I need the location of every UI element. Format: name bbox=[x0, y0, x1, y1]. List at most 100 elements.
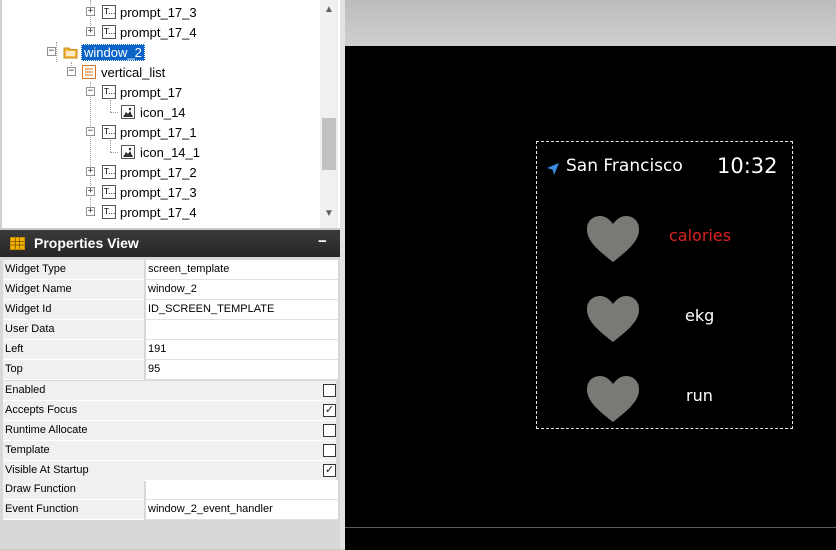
text-widget-icon: T... bbox=[102, 85, 116, 99]
scroll-down-arrow-icon[interactable]: ▼ bbox=[320, 206, 338, 222]
property-row: Visible At Startup ✓ bbox=[3, 461, 338, 481]
list-icon bbox=[82, 65, 96, 79]
heart-icon bbox=[587, 376, 639, 422]
text-widget-icon: T... bbox=[102, 165, 116, 179]
scroll-thumb[interactable] bbox=[322, 118, 336, 170]
property-row: Widget Type screen_template bbox=[3, 260, 338, 280]
tree-item-window-2[interactable]: window_2 bbox=[63, 42, 145, 62]
property-name: User Data bbox=[3, 320, 144, 340]
screen-preview: San Francisco 10:32 calories ekg run bbox=[345, 46, 836, 527]
expand-toggle[interactable]: + bbox=[86, 27, 95, 36]
tree-item-label: icon_14_1 bbox=[140, 144, 200, 160]
collapse-toggle[interactable]: − bbox=[67, 67, 76, 76]
tree-item-prompt-17-4[interactable]: T... prompt_17_4 bbox=[102, 202, 197, 222]
properties-header: Properties View − bbox=[0, 230, 340, 257]
tree-guide bbox=[110, 152, 118, 153]
property-name: Event Function bbox=[3, 500, 144, 520]
image-widget-icon bbox=[121, 105, 135, 119]
tree-item-prompt-17-3[interactable]: T... prompt_17_3 bbox=[102, 2, 197, 22]
tree-item-label: prompt_17_1 bbox=[120, 124, 197, 140]
tree-item-prompt-17-1[interactable]: T... prompt_17_1 bbox=[102, 122, 197, 142]
property-name: Widget Id bbox=[3, 300, 144, 320]
tree-item-prompt-17-2[interactable]: T... prompt_17_2 bbox=[102, 162, 197, 182]
preview-toolbar-area bbox=[345, 0, 836, 46]
enabled-checkbox[interactable] bbox=[323, 384, 336, 397]
heart-icon bbox=[587, 216, 639, 262]
property-value-field[interactable] bbox=[146, 320, 338, 340]
property-row: Template bbox=[3, 441, 338, 461]
property-name: Top bbox=[3, 360, 144, 380]
tree-item-icon-14[interactable]: icon_14 bbox=[121, 102, 186, 122]
property-name: Left bbox=[3, 340, 144, 360]
window-2-frame[interactable]: San Francisco 10:32 calories ekg run bbox=[536, 141, 793, 429]
clock-label: 10:32 bbox=[717, 154, 778, 178]
property-value-field[interactable]: 191 bbox=[146, 340, 338, 360]
expand-toggle[interactable]: + bbox=[86, 187, 95, 196]
visible-at-startup-checkbox[interactable]: ✓ bbox=[323, 464, 336, 477]
property-value-field[interactable]: ID_SCREEN_TEMPLATE bbox=[146, 300, 338, 320]
tree-edge bbox=[0, 0, 2, 228]
tree-item-label: prompt_17_3 bbox=[120, 4, 197, 20]
property-value-field[interactable]: 95 bbox=[146, 360, 338, 380]
tree-item-prompt-17-3[interactable]: T... prompt_17_3 bbox=[102, 182, 197, 202]
tree-item-label: prompt_17_3 bbox=[120, 184, 197, 200]
tree-item-icon-14-1[interactable]: icon_14_1 bbox=[121, 142, 200, 162]
property-name: Visible At Startup bbox=[3, 461, 336, 481]
property-value-field[interactable]: window_2 bbox=[146, 280, 338, 300]
property-row: Top 95 bbox=[3, 360, 338, 380]
property-name: Draw Function bbox=[3, 480, 144, 500]
list-item-label-run: run bbox=[686, 386, 713, 405]
tree-item-label: vertical_list bbox=[101, 64, 166, 80]
tree-item-prompt-17[interactable]: T... prompt_17 bbox=[102, 82, 182, 102]
location-arrow-icon bbox=[547, 163, 559, 175]
widget-tree: + T... prompt_17_3 + T... prompt_17_4 − … bbox=[0, 0, 340, 228]
text-widget-icon: T... bbox=[102, 25, 116, 39]
list-item-label-ekg: ekg bbox=[685, 306, 715, 325]
template-checkbox[interactable] bbox=[323, 444, 336, 457]
tree-item-vertical-list[interactable]: vertical_list bbox=[82, 62, 165, 82]
location-label: San Francisco bbox=[566, 156, 683, 176]
heart-icon bbox=[587, 296, 639, 342]
property-row: Enabled bbox=[3, 381, 338, 401]
properties-title: Properties View bbox=[34, 235, 139, 251]
property-name: Template bbox=[3, 441, 336, 461]
property-name: Enabled bbox=[3, 381, 336, 401]
tree-scrollbar[interactable]: ▲ ▼ bbox=[320, 0, 338, 228]
tree-guide bbox=[56, 42, 57, 62]
property-row: Runtime Allocate bbox=[3, 421, 338, 441]
tree-item-label: prompt_17_4 bbox=[120, 204, 197, 220]
text-widget-icon: T... bbox=[102, 125, 116, 139]
property-row: Widget Id ID_SCREEN_TEMPLATE bbox=[3, 300, 338, 320]
preview-bottom-bar bbox=[345, 527, 836, 550]
property-value-field[interactable]: screen_template bbox=[146, 260, 338, 280]
text-widget-icon: T... bbox=[102, 5, 116, 19]
collapse-panel-button[interactable]: − bbox=[318, 233, 332, 251]
text-widget-icon: T... bbox=[102, 185, 116, 199]
property-row: Widget Name window_2 bbox=[3, 280, 338, 300]
scroll-up-arrow-icon[interactable]: ▲ bbox=[320, 2, 338, 18]
property-value-field[interactable] bbox=[146, 480, 338, 500]
property-name: Runtime Allocate bbox=[3, 421, 336, 441]
tree-item-prompt-17-4[interactable]: T... prompt_17_4 bbox=[102, 22, 197, 42]
image-widget-icon bbox=[121, 145, 135, 159]
runtime-allocate-checkbox[interactable] bbox=[323, 424, 336, 437]
property-value-field[interactable]: window_2_event_handler bbox=[146, 500, 338, 520]
collapse-toggle[interactable]: − bbox=[86, 87, 95, 96]
accepts-focus-checkbox[interactable]: ✓ bbox=[323, 404, 336, 417]
expand-toggle[interactable]: + bbox=[86, 7, 95, 16]
collapse-toggle[interactable]: − bbox=[47, 47, 56, 56]
tree-item-label: icon_14 bbox=[140, 104, 186, 120]
tree-item-label: prompt_17_4 bbox=[120, 24, 197, 40]
expand-toggle[interactable]: + bbox=[86, 207, 95, 216]
property-row: Draw Function bbox=[3, 480, 338, 500]
expand-toggle[interactable]: + bbox=[86, 167, 95, 176]
property-name: Widget Name bbox=[3, 280, 144, 300]
text-widget-icon: T... bbox=[102, 205, 116, 219]
grid-icon bbox=[10, 237, 25, 250]
tree-item-label: prompt_17 bbox=[120, 84, 183, 100]
list-item-label-calories: calories bbox=[669, 226, 732, 245]
tree-item-label: window_2 bbox=[81, 43, 145, 61]
property-row: Event Function window_2_event_handler bbox=[3, 500, 338, 520]
property-name: Accepts Focus bbox=[3, 401, 336, 421]
collapse-toggle[interactable]: − bbox=[86, 127, 95, 136]
